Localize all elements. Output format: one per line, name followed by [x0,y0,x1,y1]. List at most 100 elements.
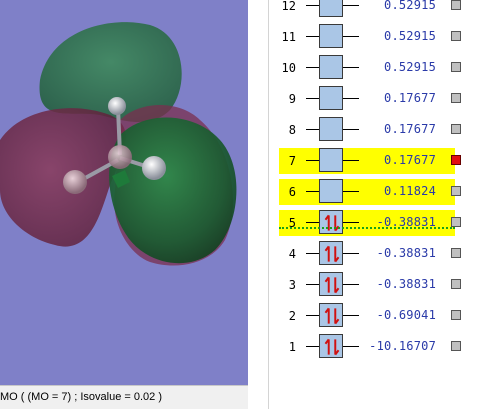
mo-energy-value: 0.17677 [384,91,436,105]
electron-pair-icon [324,214,340,232]
status-text: MO ( (MO = 7) ; Isovalue = 0.02 ) [0,391,162,403]
mo-energy-value: -10.16707 [369,339,436,353]
electron-pair-icon [324,276,340,294]
panel-divider[interactable] [268,0,269,409]
mo-number: 4 [288,247,296,261]
mo-number: 10 [281,61,296,75]
mo-select-checkbox[interactable] [451,248,461,258]
mo-level-line-left [306,284,320,285]
mo-level-line-right [343,160,359,161]
mo-occupied-box[interactable] [319,210,343,234]
electron-pair-icon [324,307,340,325]
mo-energy-diagram: 12 0.52915 11 0.52915 10 0.52915 9 0.17677 8 0.17… [270,0,478,409]
mo-select-checkbox-active[interactable] [451,155,461,165]
homo-lumo-separator [279,227,455,229]
mo-level-line-left [306,5,320,6]
mo-level-row[interactable]: 8 0.17677 [270,117,478,143]
mo-number: 3 [288,278,296,292]
mo-energy-value: -0.69041 [376,308,436,322]
mo-level-row[interactable]: 2 -0.69041 [270,303,478,329]
electron-pair-icon [324,245,340,263]
mo-virtual-box[interactable] [319,86,343,110]
mo-occupied-box[interactable] [319,272,343,296]
mo-select-checkbox[interactable] [451,0,461,10]
mo-energy-value: 0.52915 [384,0,436,12]
orbital-render [0,22,237,266]
mo-level-row[interactable]: 11 0.52915 [270,24,478,50]
mo-virtual-box[interactable] [319,0,343,17]
electron-pair-icon [324,338,340,356]
mo-select-checkbox[interactable] [451,124,461,134]
mo-energy-value: 0.52915 [384,29,436,43]
mo-number: 7 [288,154,296,168]
mo-number: 2 [288,309,296,323]
status-bar: MO ( (MO = 7) ; Isovalue = 0.02 ) [0,385,248,409]
mo-level-row[interactable]: 4 -0.38831 [270,241,478,267]
orbital-lobe-left [0,108,126,247]
mo-level-row[interactable]: 10 0.52915 [270,55,478,81]
mo-number: 1 [288,340,296,354]
mo-select-checkbox[interactable] [451,31,461,41]
mo-number: 9 [288,92,296,106]
mo-level-row[interactable]: 12 0.52915 [270,0,478,19]
mo-occupied-box[interactable] [319,303,343,327]
mo-level-line-left [306,222,320,223]
mo-level-line-left [306,36,320,37]
mo-level-line-left [306,315,320,316]
mo-level-line-right [343,5,359,6]
mo-level-line-right [343,222,359,223]
mo-level-line-right [343,284,359,285]
mo-number: 6 [288,185,296,199]
mo-virtual-box[interactable] [319,117,343,141]
mo-occupied-box[interactable] [319,334,343,358]
mo-level-row[interactable]: 5 -0.38831 [270,210,478,236]
mo-occupied-box[interactable] [319,241,343,265]
mo-level-line-right [343,67,359,68]
mo-number: 11 [281,30,296,44]
mo-virtual-box[interactable] [319,179,343,203]
mo-select-checkbox[interactable] [451,310,461,320]
mo-select-checkbox[interactable] [451,62,461,72]
mo-energy-value: 0.52915 [384,60,436,74]
mo-level-line-right [343,315,359,316]
mo-level-line-right [343,129,359,130]
mo-level-row[interactable]: 6 0.11824 [270,179,478,205]
mo-level-line-right [343,253,359,254]
mo-select-checkbox[interactable] [451,341,461,351]
mo-level-line-left [306,129,320,130]
mo-level-line-right [343,36,359,37]
mo-energy-value: -0.38831 [376,246,436,260]
panel-gap [248,0,270,409]
mo-level-line-right [343,191,359,192]
mo-energy-value: 0.11824 [384,184,436,198]
mo-energy-value: 0.17677 [384,153,436,167]
mo-energy-value: 0.17677 [384,122,436,136]
mo-select-checkbox[interactable] [451,93,461,103]
mo-level-line-left [306,98,320,99]
mo-level-line-right [343,98,359,99]
mo-level-line-left [306,160,320,161]
atom-hydrogen-right [142,156,166,180]
mo-select-checkbox[interactable] [451,186,461,196]
mo-level-line-left [306,191,320,192]
atom-nitrogen [108,145,132,169]
mo-select-checkbox[interactable] [451,217,461,227]
mo-level-line-left [306,67,320,68]
mo-level-line-right [343,346,359,347]
mo-level-row[interactable]: 1 -10.16707 [270,334,478,360]
mo-number: 8 [288,123,296,137]
mo-level-row[interactable]: 3 -0.38831 [270,272,478,298]
mo-number: 12 [281,0,296,13]
mo-virtual-box[interactable] [319,24,343,48]
mo-level-row[interactable]: 7 0.17677 [270,148,478,174]
mo-virtual-box[interactable] [319,148,343,172]
mo-level-line-left [306,346,320,347]
mo-level-line-left [306,253,320,254]
mo-level-row[interactable]: 9 0.17677 [270,86,478,112]
atom-hydrogen-left [63,170,87,194]
mo-virtual-box[interactable] [319,55,343,79]
mo-select-checkbox[interactable] [451,279,461,289]
mo-energy-value: -0.38831 [376,277,436,291]
atom-hydrogen-top [108,97,126,115]
molecule-3d-viewport[interactable] [0,0,248,385]
